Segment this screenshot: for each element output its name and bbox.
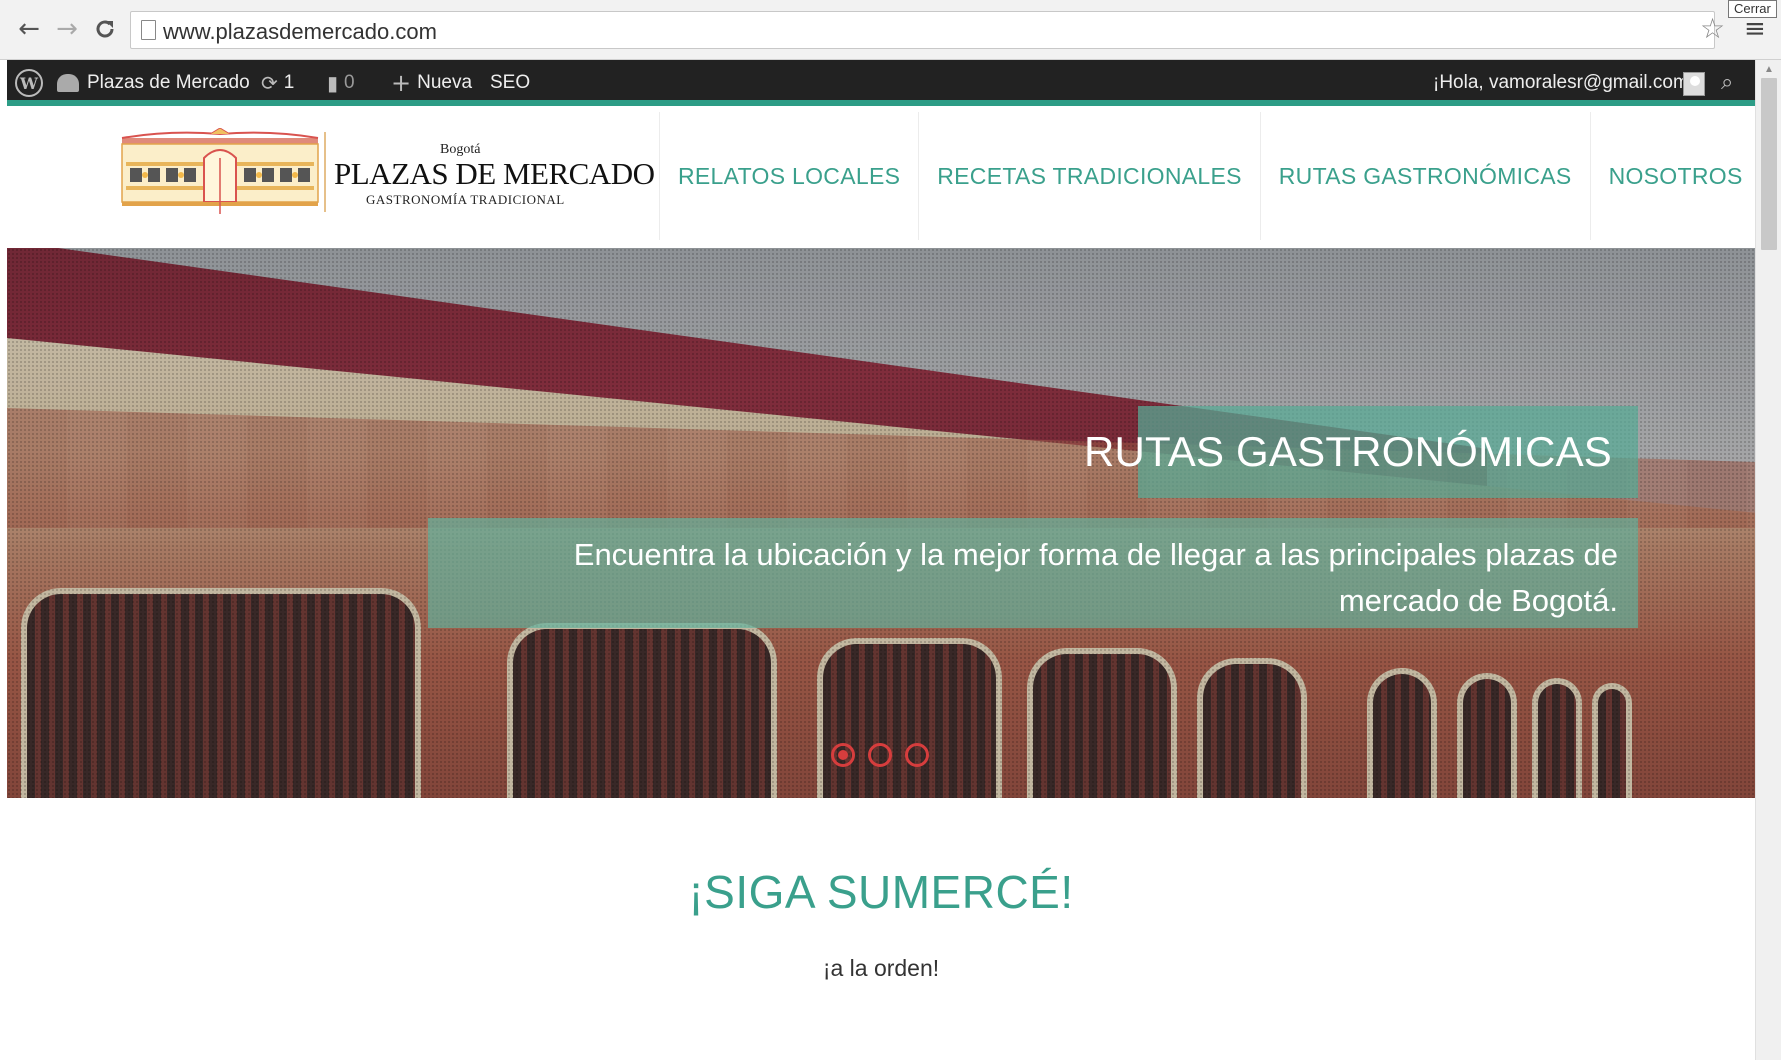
comments-count: 0 bbox=[344, 72, 355, 93]
updates-icon: ⟳ bbox=[261, 71, 278, 95]
new-label: Nueva bbox=[417, 72, 473, 93]
market-building-icon bbox=[121, 128, 319, 214]
site-header: Bogotá PLAZAS DE MERCADO GASTRONOMÍA TRA… bbox=[7, 112, 1755, 240]
wordpress-logo-icon[interactable]: W bbox=[15, 69, 43, 97]
hero-title-box: RUTAS GASTRONÓMICAS bbox=[1084, 406, 1638, 498]
address-bar[interactable]: www.plazasdemercado.com bbox=[130, 11, 1715, 49]
hero-title: RUTAS GASTRONÓMICAS bbox=[1083, 428, 1612, 475]
site-logo[interactable]: Bogotá PLAZAS DE MERCADO GASTRONOMÍA TRA… bbox=[120, 124, 655, 224]
wp-admin-bar: W Plazas de Mercado ⟳ 1 ▮ 0 + Nueva SEO … bbox=[7, 60, 1755, 106]
admin-new[interactable]: + Nueva bbox=[391, 60, 472, 106]
nav-relatos-locales[interactable]: RELATOS LOCALES bbox=[659, 112, 918, 240]
avatar[interactable] bbox=[1683, 72, 1705, 96]
url-text[interactable]: www.plazasdemercado.com bbox=[163, 19, 437, 45]
nav-nosotros[interactable]: NOSOTROS bbox=[1589, 112, 1755, 240]
hero-subtitle: Encuentra la ubicación y la mejor forma … bbox=[573, 537, 1618, 618]
updates-count: 1 bbox=[283, 72, 295, 93]
page-icon bbox=[141, 20, 156, 40]
admin-updates[interactable]: ⟳ 1 bbox=[261, 60, 294, 106]
slider-pagination bbox=[831, 743, 929, 767]
nav-recetas-tradicionales[interactable]: RECETAS TRADICIONALES bbox=[918, 112, 1260, 240]
bookmark-star-icon[interactable]: ☆ bbox=[1700, 12, 1725, 45]
scroll-up-icon[interactable]: ▲ bbox=[1764, 64, 1774, 75]
admin-site-name: Plazas de Mercado bbox=[87, 72, 250, 93]
hero-subtitle-box: Encuentra la ubicación y la mejor forma … bbox=[428, 518, 1638, 628]
section-subtitle: ¡a la orden! bbox=[822, 955, 940, 981]
browser-toolbar: ← → www.plazasdemercado.com ☆ ≡ Cerrar bbox=[0, 0, 1781, 60]
close-tooltip: Cerrar bbox=[1728, 0, 1777, 18]
slider-dot-2[interactable] bbox=[868, 743, 892, 767]
section-title: ¡SIGA SUMERCÉ! bbox=[688, 866, 1074, 918]
reload-glyph bbox=[96, 20, 114, 38]
hero-slider[interactable]: RUTAS GASTRONÓMICAS Encuentra la ubicaci… bbox=[7, 248, 1755, 798]
admin-seo[interactable]: SEO bbox=[490, 60, 530, 106]
back-arrow-icon[interactable]: ← bbox=[14, 14, 44, 44]
page-viewport: W Plazas de Mercado ⟳ 1 ▮ 0 + Nueva SEO … bbox=[7, 60, 1755, 1060]
browser-menu-icon[interactable]: ≡ bbox=[1744, 14, 1766, 44]
logo-tagline: GASTRONOMÍA TRADICIONAL bbox=[366, 192, 565, 207]
plus-icon: + bbox=[391, 69, 412, 97]
nav-rutas-gastronomicas[interactable]: RUTAS GASTRONÓMICAS bbox=[1259, 112, 1590, 240]
slider-dot-3[interactable] bbox=[905, 743, 929, 767]
admin-comments[interactable]: ▮ 0 bbox=[327, 60, 355, 106]
comments-icon: ▮ bbox=[327, 71, 339, 95]
reload-icon[interactable] bbox=[90, 14, 120, 44]
logo-divider bbox=[324, 132, 326, 212]
scroll-thumb[interactable] bbox=[1761, 78, 1777, 250]
forward-arrow-icon[interactable]: → bbox=[52, 14, 82, 44]
admin-search-icon[interactable]: ⌕ bbox=[1721, 70, 1733, 95]
main-navigation: RELATOS LOCALES RECETAS TRADICIONALES RU… bbox=[659, 112, 1755, 240]
logo-title: PLAZAS DE MERCADO bbox=[334, 156, 655, 191]
admin-greeting[interactable]: ¡Hola, vamoralesr@gmail.com! bbox=[1433, 60, 1694, 106]
slider-dot-1[interactable] bbox=[831, 743, 855, 767]
admin-site-link[interactable]: Plazas de Mercado bbox=[57, 60, 250, 106]
dashboard-icon bbox=[57, 74, 79, 92]
page-scrollbar[interactable]: ▲ bbox=[1755, 60, 1781, 1060]
